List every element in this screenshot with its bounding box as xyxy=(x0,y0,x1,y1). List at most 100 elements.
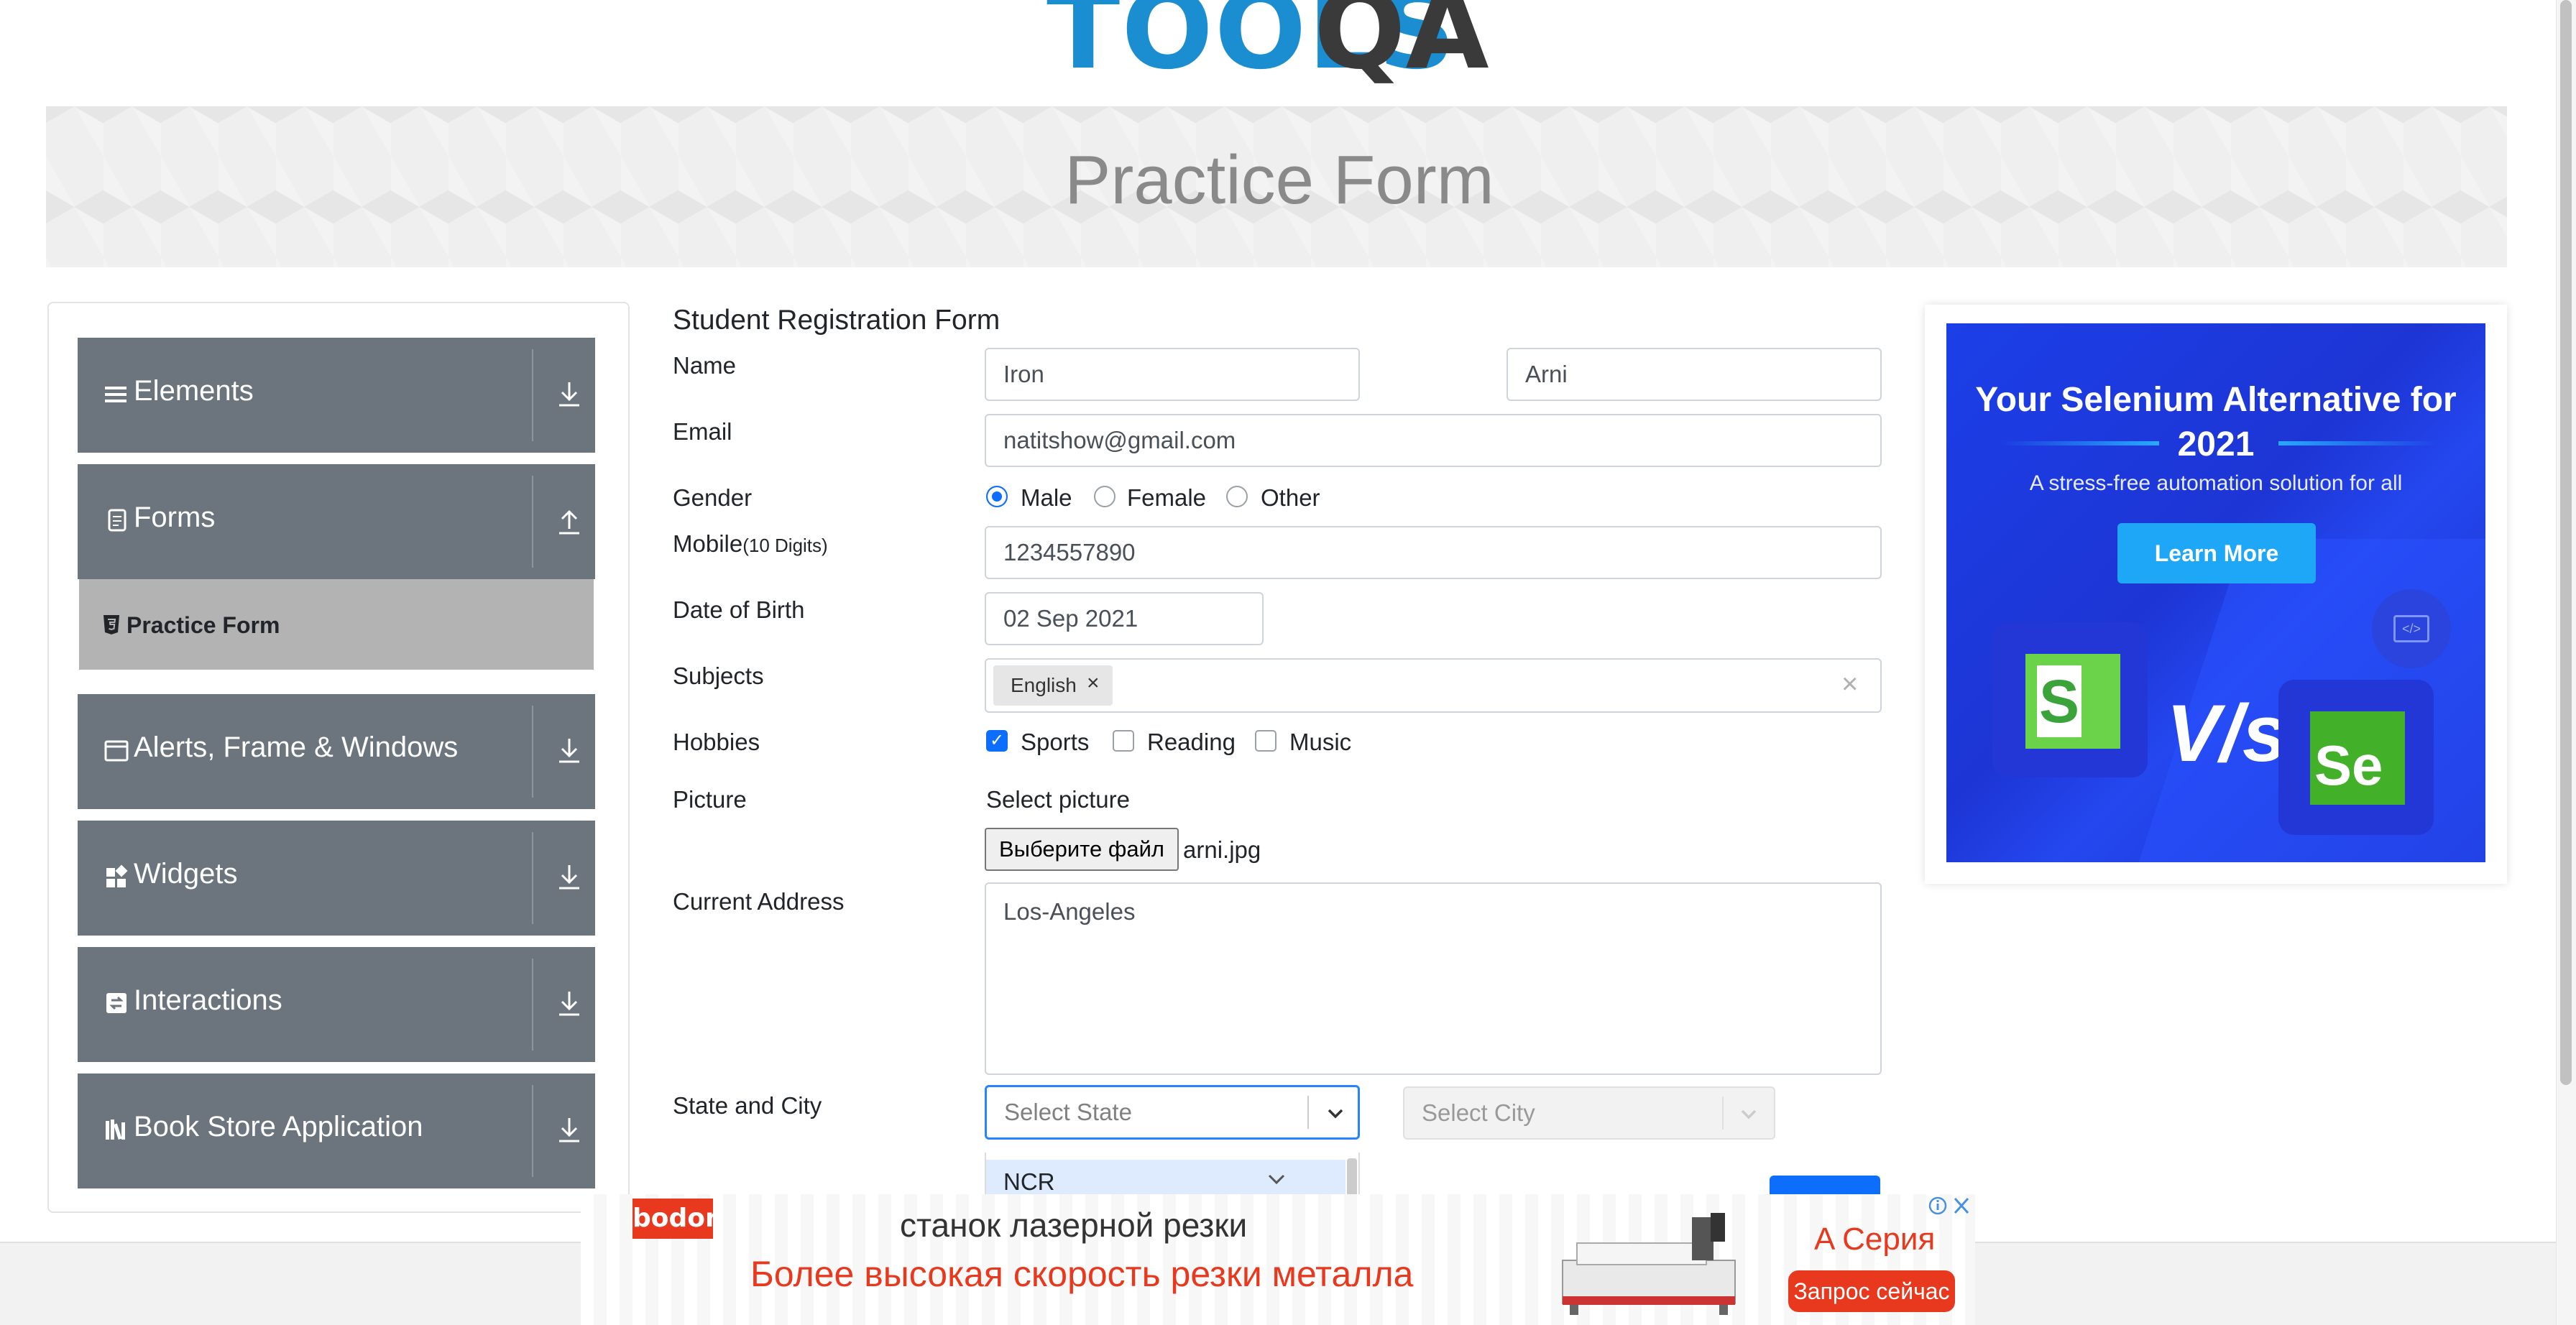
divider xyxy=(532,1085,533,1177)
select-picture-label: Select picture xyxy=(986,786,1130,813)
gender-female-label[interactable]: Female xyxy=(1127,484,1206,512)
remove-chip-icon[interactable]: × xyxy=(1087,671,1100,696)
upload-icon[interactable] xyxy=(555,506,584,537)
choose-file-button[interactable]: Выберите файл xyxy=(985,828,1179,871)
toolsqa-logo[interactable]: TOOLS QA xyxy=(1046,0,1514,93)
sidebar-group-widgets[interactable]: Widgets xyxy=(78,821,595,936)
chevron-down-icon xyxy=(1268,1174,1285,1185)
divider xyxy=(532,349,533,441)
page-title: Practice Form xyxy=(1064,142,1494,218)
widgets-icon xyxy=(104,864,129,890)
sidebar-group-label: Forms xyxy=(134,502,216,533)
hobby-music-checkbox[interactable] xyxy=(1255,730,1276,752)
sidebar-group-label: Interactions xyxy=(134,984,282,1016)
state-placeholder: Select State xyxy=(1004,1099,1132,1125)
selenium-alternative-ad[interactable]: Your Selenium Alternative for 2021 A str… xyxy=(1946,323,2485,862)
ad-line-2: Более высокая скорость резки металла xyxy=(750,1254,1414,1294)
gender-label: Gender xyxy=(673,484,753,511)
subjects-input[interactable] xyxy=(985,658,1882,713)
file-name: arni.jpg xyxy=(1183,836,1261,863)
email-field[interactable]: natitshow@gmail.com xyxy=(985,414,1882,467)
mobile-hint: (10 Digits) xyxy=(742,535,828,556)
sidebar-group-label: Elements xyxy=(134,375,254,407)
selenium-logo: Se xyxy=(2310,711,2405,805)
divider xyxy=(1307,1096,1309,1129)
menu-icon xyxy=(104,381,129,407)
state-dropdown-menu: NCR xyxy=(985,1153,1360,1200)
state-city-label: State and City xyxy=(673,1092,822,1119)
last-name-input[interactable]: Arni xyxy=(1506,348,1882,401)
sidebar-group-alerts[interactable]: Alerts, Frame & Windows xyxy=(78,694,595,809)
download-icon[interactable] xyxy=(555,736,584,767)
download-icon[interactable] xyxy=(555,862,584,894)
subject-chip-label: English xyxy=(1011,674,1077,696)
city-select[interactable]: Select City xyxy=(1403,1086,1775,1140)
gender-other-radio[interactable] xyxy=(1226,486,1248,507)
sidebar-group-interactions[interactable]: Interactions xyxy=(78,947,595,1062)
date-of-birth-input[interactable]: 02 Sep 2021 xyxy=(985,592,1264,645)
chevron-down-icon[interactable] xyxy=(1325,1103,1346,1125)
document-icon xyxy=(104,507,129,533)
ad-underline xyxy=(2278,441,2437,445)
state-option-label: NCR xyxy=(1003,1168,1055,1195)
form-title: Student Registration Form xyxy=(673,305,1000,336)
first-name-input[interactable]: Iron xyxy=(985,348,1360,401)
sidebar-group-label: Book Store Application xyxy=(134,1111,423,1142)
hobby-sports-checkbox[interactable]: ✓ xyxy=(986,730,1008,752)
download-icon[interactable] xyxy=(555,1115,584,1147)
dob-label: Date of Birth xyxy=(673,596,805,623)
book-icon xyxy=(104,1117,129,1142)
chevron-down-icon xyxy=(1738,1104,1760,1125)
subjects-label: Subjects xyxy=(673,662,764,689)
sidebar-item-label: Practice Form xyxy=(126,612,280,638)
gender-other-label[interactable]: Other xyxy=(1261,484,1320,512)
gender-female-radio[interactable] xyxy=(1094,486,1116,507)
ad-underline xyxy=(2001,441,2159,445)
gender-male-label[interactable]: Male xyxy=(1021,484,1072,512)
interactions-icon xyxy=(104,990,129,1016)
divider xyxy=(532,706,533,798)
download-icon[interactable] xyxy=(555,989,584,1020)
dropdown-scrollbar[interactable] xyxy=(1347,1158,1357,1199)
mobile-input[interactable]: 1234557890 xyxy=(985,526,1882,579)
picture-label: Picture xyxy=(673,786,747,813)
mobile-label: Mobile(10 Digits) xyxy=(673,530,828,558)
gender-male-radio[interactable] xyxy=(986,486,1008,507)
divider xyxy=(532,959,533,1051)
request-now-button[interactable]: Запрос сейчас xyxy=(1788,1270,1955,1312)
divider xyxy=(1722,1097,1724,1130)
ad-choices-icon[interactable] xyxy=(1928,1194,1972,1217)
divider xyxy=(532,476,533,568)
address-label: Current Address xyxy=(673,888,845,915)
state-select[interactable]: Select State xyxy=(985,1085,1360,1140)
hobby-music-label[interactable]: Music xyxy=(1289,729,1351,756)
bodor-logo: bodor xyxy=(632,1199,718,1239)
sidebar-group-book-store[interactable]: Book Store Application xyxy=(78,1074,595,1188)
html5-icon xyxy=(102,614,121,640)
ad-subline: A stress-free automation solution for al… xyxy=(2029,471,2403,495)
ad-series-label: A Серия xyxy=(1814,1222,1936,1257)
bottom-banner-ad[interactable]: bodor станок лазерной резки Более высока… xyxy=(581,1194,1975,1325)
logo-qa-text: QA xyxy=(1314,0,1489,93)
code-glyph: </> xyxy=(2393,615,2429,642)
sidebar-group-forms[interactable]: Forms xyxy=(78,464,595,579)
email-label: Email xyxy=(673,418,732,445)
hobby-sports-label[interactable]: Sports xyxy=(1021,729,1089,756)
subject-chip: English × xyxy=(993,665,1113,706)
hobby-reading-checkbox[interactable] xyxy=(1113,730,1134,752)
city-placeholder: Select City xyxy=(1422,1099,1535,1126)
hobbies-label: Hobbies xyxy=(673,729,760,755)
divider xyxy=(532,832,533,924)
sidebar-group-elements[interactable]: Elements xyxy=(78,338,595,453)
katalon-letter: S xyxy=(2037,665,2082,737)
sidebar-item-practice-form[interactable]: Practice Form xyxy=(79,579,594,670)
learn-more-button[interactable]: Learn More xyxy=(2117,523,2316,583)
clear-subjects-icon[interactable]: × xyxy=(1841,668,1858,701)
hobby-reading-label[interactable]: Reading xyxy=(1147,729,1236,756)
scrollbar-thumb[interactable] xyxy=(2560,0,2572,1085)
ad-headline: Your Selenium Alternative for 2021 xyxy=(1975,381,2457,463)
code-icon: </> xyxy=(2372,589,2451,668)
download-icon[interactable] xyxy=(555,379,584,411)
name-label: Name xyxy=(673,352,737,379)
current-address-textarea[interactable]: Los-Angeles xyxy=(985,882,1882,1075)
